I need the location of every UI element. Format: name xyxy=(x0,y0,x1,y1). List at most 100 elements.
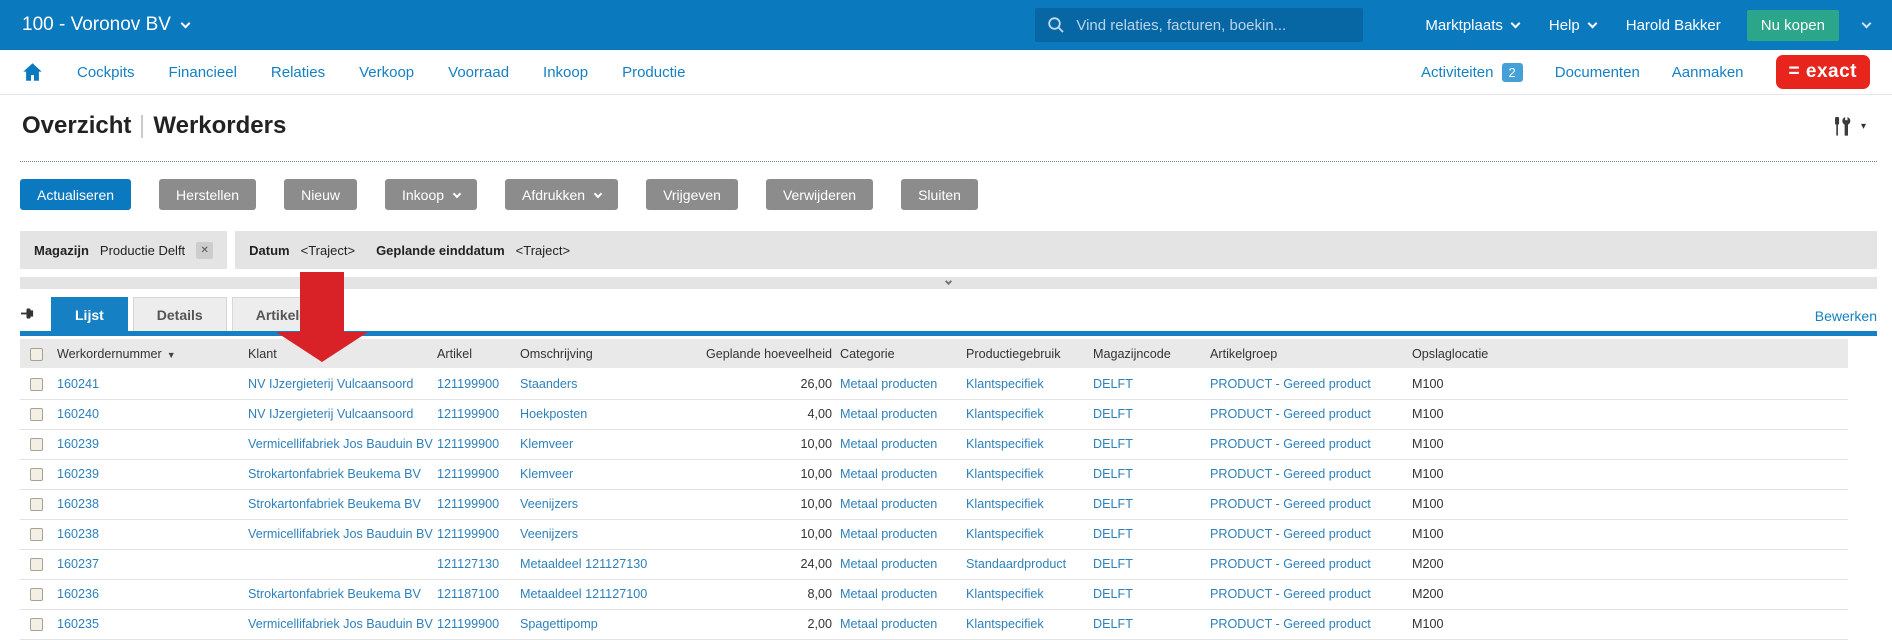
productiegebruik-link[interactable]: Standaardproduct xyxy=(966,557,1066,571)
artikelgroep-link[interactable]: PRODUCT - Gereed product xyxy=(1210,557,1371,571)
filter-collapse-strip[interactable] xyxy=(20,277,1877,289)
cell-klant[interactable]: Vermicellifabriek Jos Bauduin BV xyxy=(248,519,437,549)
werkordernummer-link[interactable]: 160239 xyxy=(57,437,99,451)
cell-productiegebruik[interactable]: Standaardproduct xyxy=(966,549,1093,579)
column-header-werkordernummer[interactable]: Werkordernummer▼ xyxy=(57,339,248,369)
marktplaats-menu[interactable]: Marktplaats xyxy=(1425,17,1519,34)
artikelgroep-link[interactable]: PRODUCT - Gereed product xyxy=(1210,407,1371,421)
klant-link[interactable]: Strokartonfabriek Beukema BV xyxy=(248,467,421,481)
select-all-checkbox[interactable] xyxy=(30,348,43,361)
productiegebruik-link[interactable]: Klantspecifiek xyxy=(966,407,1044,421)
cell-productiegebruik[interactable]: Klantspecifiek xyxy=(966,399,1093,429)
cell-klant[interactable]: Strokartonfabriek Beukema BV xyxy=(248,579,437,609)
cell-productiegebruik[interactable]: Klantspecifiek xyxy=(966,489,1093,519)
productiegebruik-link[interactable]: Klantspecifiek xyxy=(966,467,1044,481)
cell-artikel[interactable]: 121127130 xyxy=(437,549,520,579)
cell-omschrijving[interactable]: Klemveer xyxy=(520,459,700,489)
cell-productiegebruik[interactable]: Klantspecifiek xyxy=(966,519,1093,549)
categorie-link[interactable]: Metaal producten xyxy=(840,617,937,631)
omschrijving-link[interactable]: Staanders xyxy=(520,377,577,391)
buy-now-button[interactable]: Nu kopen xyxy=(1747,10,1839,41)
exact-logo[interactable]: = exact xyxy=(1776,55,1870,89)
tab-lijst[interactable]: Lijst xyxy=(51,297,128,331)
row-checkbox[interactable] xyxy=(30,498,43,511)
search-input[interactable] xyxy=(1076,17,1351,34)
cell-werkordernummer[interactable]: 160241 xyxy=(57,369,248,399)
cell-artikelgroep[interactable]: PRODUCT - Gereed product xyxy=(1210,459,1412,489)
cell-categorie[interactable]: Metaal producten xyxy=(840,579,966,609)
magazijncode-link[interactable]: DELFT xyxy=(1093,437,1133,451)
column-header-klant[interactable]: Klant xyxy=(248,339,437,369)
row-checkbox[interactable] xyxy=(30,378,43,391)
filter-dates[interactable]: Datum <Traject> Geplande einddatum <Traj… xyxy=(235,231,1877,269)
cell-werkordernummer[interactable]: 160239 xyxy=(57,429,248,459)
remove-filter-button[interactable]: ✕ xyxy=(196,242,213,259)
cell-klant[interactable]: NV IJzergieterij Vulcaansoord xyxy=(248,399,437,429)
cell-artikelgroep[interactable]: PRODUCT - Gereed product xyxy=(1210,399,1412,429)
cell-categorie[interactable]: Metaal producten xyxy=(840,549,966,579)
categorie-link[interactable]: Metaal producten xyxy=(840,557,937,571)
column-header-magazijncode[interactable]: Magazijncode xyxy=(1093,339,1210,369)
omschrijving-link[interactable]: Klemveer xyxy=(520,437,573,451)
werkordernummer-link[interactable]: 160235 xyxy=(57,617,99,631)
bewerken-link[interactable]: Bewerken xyxy=(1815,308,1877,324)
cell-omschrijving[interactable]: Klemveer xyxy=(520,429,700,459)
column-header-opslaglocatie[interactable]: Opslaglocatie xyxy=(1412,339,1848,369)
cell-omschrijving[interactable]: Veenijzers xyxy=(520,519,700,549)
artikel-link[interactable]: 121199900 xyxy=(437,377,499,391)
cell-productiegebruik[interactable]: Klantspecifiek xyxy=(966,429,1093,459)
productiegebruik-link[interactable]: Klantspecifiek xyxy=(966,587,1044,601)
column-header-artikelgroep[interactable]: Artikelgroep xyxy=(1210,339,1412,369)
productiegebruik-link[interactable]: Klantspecifiek xyxy=(966,527,1044,541)
cell-productiegebruik[interactable]: Klantspecifiek xyxy=(966,459,1093,489)
sluiten-button[interactable]: Sluiten xyxy=(901,179,978,210)
filter-einddatum-value[interactable]: <Traject> xyxy=(516,243,570,258)
cell-artikelgroep[interactable]: PRODUCT - Gereed product xyxy=(1210,429,1412,459)
nieuw-button[interactable]: Nieuw xyxy=(284,179,357,210)
cell-magazijncode[interactable]: DELFT xyxy=(1093,459,1210,489)
categorie-link[interactable]: Metaal producten xyxy=(840,437,937,451)
artikel-link[interactable]: 121199900 xyxy=(437,617,499,631)
row-checkbox[interactable] xyxy=(30,408,43,421)
artikel-link[interactable]: 121187100 xyxy=(437,587,499,601)
categorie-link[interactable]: Metaal producten xyxy=(840,407,937,421)
klant-link[interactable]: Strokartonfabriek Beukema BV xyxy=(248,497,421,511)
cell-magazijncode[interactable]: DELFT xyxy=(1093,429,1210,459)
cell-magazijncode[interactable]: DELFT xyxy=(1093,489,1210,519)
column-header-categorie[interactable]: Categorie xyxy=(840,339,966,369)
nav-item-relaties[interactable]: Relaties xyxy=(271,64,325,81)
magazijncode-link[interactable]: DELFT xyxy=(1093,497,1133,511)
klant-link[interactable]: Strokartonfabriek Beukema BV xyxy=(248,587,421,601)
search-box[interactable] xyxy=(1035,8,1363,42)
klant-link[interactable]: Vermicellifabriek Jos Bauduin BV xyxy=(248,437,433,451)
cell-omschrijving[interactable]: Metaaldeel 121127130 xyxy=(520,549,700,579)
omschrijving-link[interactable]: Hoekposten xyxy=(520,407,587,421)
cell-artikelgroep[interactable]: PRODUCT - Gereed product xyxy=(1210,369,1412,399)
klant-link[interactable]: NV IJzergieterij Vulcaansoord xyxy=(248,377,413,391)
nav-item-productie[interactable]: Productie xyxy=(622,64,685,81)
filter-magazijn[interactable]: Magazijn Productie Delft ✕ xyxy=(20,231,227,269)
herstellen-button[interactable]: Herstellen xyxy=(159,179,256,210)
cell-omschrijving[interactable]: Metaaldeel 121127100 xyxy=(520,579,700,609)
row-checkbox[interactable] xyxy=(30,588,43,601)
vrijgeven-button[interactable]: Vrijgeven xyxy=(646,179,738,210)
nav-item-voorraad[interactable]: Voorraad xyxy=(448,64,509,81)
cell-omschrijving[interactable]: Hoekposten xyxy=(520,399,700,429)
artikelgroep-link[interactable]: PRODUCT - Gereed product xyxy=(1210,497,1371,511)
cell-artikel[interactable]: 121187100 xyxy=(437,579,520,609)
cell-werkordernummer[interactable]: 160237 xyxy=(57,549,248,579)
artikel-link[interactable]: 121127130 xyxy=(437,557,499,571)
nav-item-financieel[interactable]: Financieel xyxy=(169,64,237,81)
row-checkbox[interactable] xyxy=(30,558,43,571)
cell-werkordernummer[interactable]: 160238 xyxy=(57,489,248,519)
magazijncode-link[interactable]: DELFT xyxy=(1093,587,1133,601)
nav-item-cockpits[interactable]: Cockpits xyxy=(77,64,135,81)
cell-artikelgroep[interactable]: PRODUCT - Gereed product xyxy=(1210,519,1412,549)
artikelgroep-link[interactable]: PRODUCT - Gereed product xyxy=(1210,437,1371,451)
productiegebruik-link[interactable]: Klantspecifiek xyxy=(966,617,1044,631)
omschrijving-link[interactable]: Metaaldeel 121127130 xyxy=(520,557,647,571)
artikel-link[interactable]: 121199900 xyxy=(437,407,499,421)
activiteiten-link[interactable]: Activiteiten 2 xyxy=(1421,63,1523,82)
cell-werkordernummer[interactable]: 160240 xyxy=(57,399,248,429)
magazijncode-link[interactable]: DELFT xyxy=(1093,527,1133,541)
